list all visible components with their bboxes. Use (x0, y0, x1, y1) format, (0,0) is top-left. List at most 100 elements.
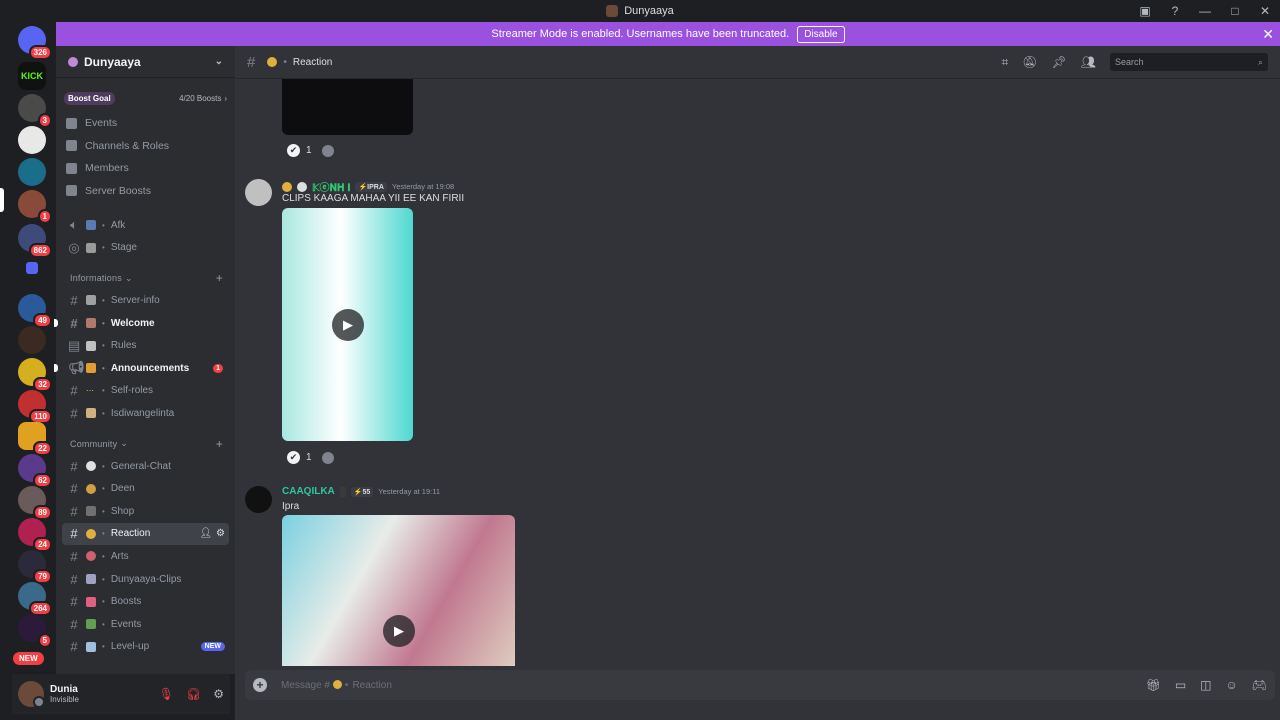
channel-dunyaaya-clips[interactable]: # • Dunyaaya-Clips (62, 568, 229, 591)
menu-channels-roles[interactable]: Channels & Roles (56, 135, 235, 158)
reactions-row: ✔ 1 (287, 144, 334, 157)
channel-rules[interactable]: ▤ • Rules (62, 334, 229, 357)
direct-messages-icon[interactable]: 326 (18, 26, 52, 60)
channel-announcements[interactable]: 📢︎ • Announcements 1 (54, 357, 229, 380)
video-attachment[interactable]: ▶ (282, 208, 413, 441)
boost-goal-bar[interactable]: Boost Goal 4/20 Boosts › (64, 90, 227, 106)
add-channel-icon[interactable]: + (216, 437, 223, 451)
mention-badge: 1 (213, 363, 223, 373)
server-icon-kick[interactable]: KICK (18, 62, 46, 90)
boost-count: 4/20 Boosts (179, 93, 222, 103)
composer-placeholder: Message # • Reaction (281, 679, 392, 691)
pin-icon[interactable]: 📌︎ (1052, 55, 1067, 69)
user-info[interactable]: Dunia Invisible (50, 684, 79, 704)
avatar[interactable] (18, 681, 45, 708)
play-icon[interactable]: ▶ (383, 615, 415, 647)
composer: + Message # • Reaction 🎁︎ ▭ ◫ ☺ 🎮︎ (235, 666, 1280, 720)
new-servers-pill[interactable]: NEW (13, 652, 44, 665)
category-informations[interactable]: Informations ⌄ + (56, 267, 235, 289)
gear-icon[interactable]: ⚙ (216, 528, 225, 539)
server-icon[interactable]: 49 (18, 294, 52, 328)
user-status: Invisible (50, 695, 79, 704)
server-icon[interactable]: 264 (18, 582, 52, 616)
close-icon[interactable]: ✕ (1262, 26, 1274, 43)
invite-icon[interactable]: 👤︎ (199, 528, 212, 539)
menu-server-boosts[interactable]: Server Boosts (56, 180, 235, 203)
server-icon[interactable] (18, 158, 46, 186)
server-folder-icon[interactable]: 862 (18, 224, 52, 258)
hash-icon: # (70, 481, 78, 497)
server-icon[interactable]: 79 (18, 550, 52, 584)
inbox-icon[interactable]: ▣ (1130, 4, 1160, 18)
threads-icon[interactable]: ⌗ (1002, 55, 1009, 70)
play-icon[interactable]: ▶ (332, 309, 364, 341)
server-icon[interactable]: 32 (18, 358, 52, 392)
server-icon[interactable]: 89 (18, 486, 52, 520)
sticker-icon[interactable]: ◫ (1200, 678, 1211, 692)
server-icon[interactable]: 22 (18, 422, 52, 456)
mic-muted-icon[interactable]: 🎙︎ (159, 687, 174, 701)
gif-icon[interactable]: ▭ (1175, 678, 1186, 692)
deafen-icon[interactable]: 🎧︎ (186, 687, 201, 701)
avatar[interactable] (245, 486, 272, 513)
server-icon[interactable]: 110 (18, 390, 52, 424)
emoji-picker-icon[interactable]: ☺ (1226, 678, 1238, 692)
hash-icon: # (70, 315, 78, 331)
menu-events[interactable]: Events (56, 112, 235, 135)
channel-boosts[interactable]: # • Boosts (62, 590, 229, 613)
maximize-button[interactable]: □ (1220, 4, 1250, 18)
notification-muted-icon[interactable]: 🔕︎ (1022, 55, 1037, 69)
add-channel-icon[interactable]: + (216, 271, 223, 285)
avatar[interactable] (245, 179, 272, 206)
server-name: Dunyaaya (84, 54, 141, 69)
gift-icon[interactable]: 🎁︎ (1146, 678, 1161, 692)
channel-self-roles[interactable]: # ⋯ • Self-roles (62, 380, 229, 403)
channel-level-up[interactable]: # • Level-up NEW (62, 636, 229, 659)
channel-reaction[interactable]: # • Reaction 👤︎ ⚙ (62, 522, 229, 546)
category-community[interactable]: Community ⌄ + (56, 433, 235, 455)
channel-isdiwangelinta[interactable]: # • Isdiwangelinta (62, 402, 229, 425)
add-reaction-icon[interactable] (321, 451, 334, 464)
member-list-icon[interactable]: 👥︎ (1081, 55, 1096, 69)
folder-icon[interactable] (26, 262, 38, 274)
server-icon[interactable]: 62 (18, 454, 52, 488)
video-attachment[interactable] (282, 79, 413, 135)
channel-deen[interactable]: # • Deen (62, 477, 229, 500)
server-header[interactable]: Dunyaaya ⌄ (56, 46, 235, 78)
channel-general-chat[interactable]: # • General-Chat (62, 455, 229, 478)
server-icon[interactable]: 3 (18, 94, 52, 128)
minimize-button[interactable]: — (1190, 4, 1220, 18)
channel-arts[interactable]: # • Arts (62, 545, 229, 568)
channel-server-info[interactable]: # • Server-info (62, 289, 229, 312)
message-input[interactable]: + Message # • Reaction 🎁︎ ▭ ◫ ☺ 🎮︎ (245, 670, 1275, 700)
reaction-chip[interactable]: ✔ 1 (287, 451, 312, 464)
server-icon[interactable]: 5 (18, 614, 52, 648)
search-input[interactable]: Search ⌕ (1110, 53, 1268, 71)
server-icon[interactable] (18, 126, 46, 154)
disable-button[interactable]: Disable (797, 25, 845, 43)
chevron-right-icon: › (224, 93, 227, 103)
stage-channel[interactable]: ◎ • Stage (62, 237, 229, 260)
channel-title: Reaction (292, 56, 333, 68)
attach-plus-icon[interactable]: + (253, 678, 267, 692)
activities-icon[interactable]: 🎮︎ (1252, 678, 1267, 692)
channel-welcome[interactable]: # • Welcome (54, 312, 229, 335)
server-icon[interactable]: 1 (18, 190, 52, 224)
add-reaction-icon[interactable] (321, 144, 334, 157)
message-list: ✔ 1 𝕂ⓔ𝐍𝐇 𝐈 ⚡IPRA Yesterday at 19:08 CLIPS… (235, 79, 1280, 666)
help-icon[interactable]: ? (1160, 4, 1190, 18)
reaction-chip[interactable]: ✔ 1 (287, 144, 312, 157)
close-window-button[interactable]: ✕ (1250, 4, 1280, 18)
video-attachment[interactable]: ▶ (282, 515, 515, 666)
server-icon[interactable] (18, 326, 46, 354)
channel-shop[interactable]: # • Shop (62, 500, 229, 523)
channel-events[interactable]: # • Events (62, 613, 229, 636)
voice-channel-afk[interactable]: 🔈︎ • Afk (62, 214, 229, 237)
rules-icon: ▤ (68, 337, 81, 353)
gear-icon[interactable]: ⚙ (213, 687, 224, 701)
server-icon[interactable]: 24 (18, 518, 52, 552)
message-author[interactable]: CAAQILKA (282, 486, 335, 497)
message-author[interactable]: 𝕂ⓔ𝐍𝐇 𝐈 (312, 179, 350, 194)
menu-members[interactable]: Members (56, 157, 235, 180)
window-title: Dunyaaya (606, 5, 674, 17)
